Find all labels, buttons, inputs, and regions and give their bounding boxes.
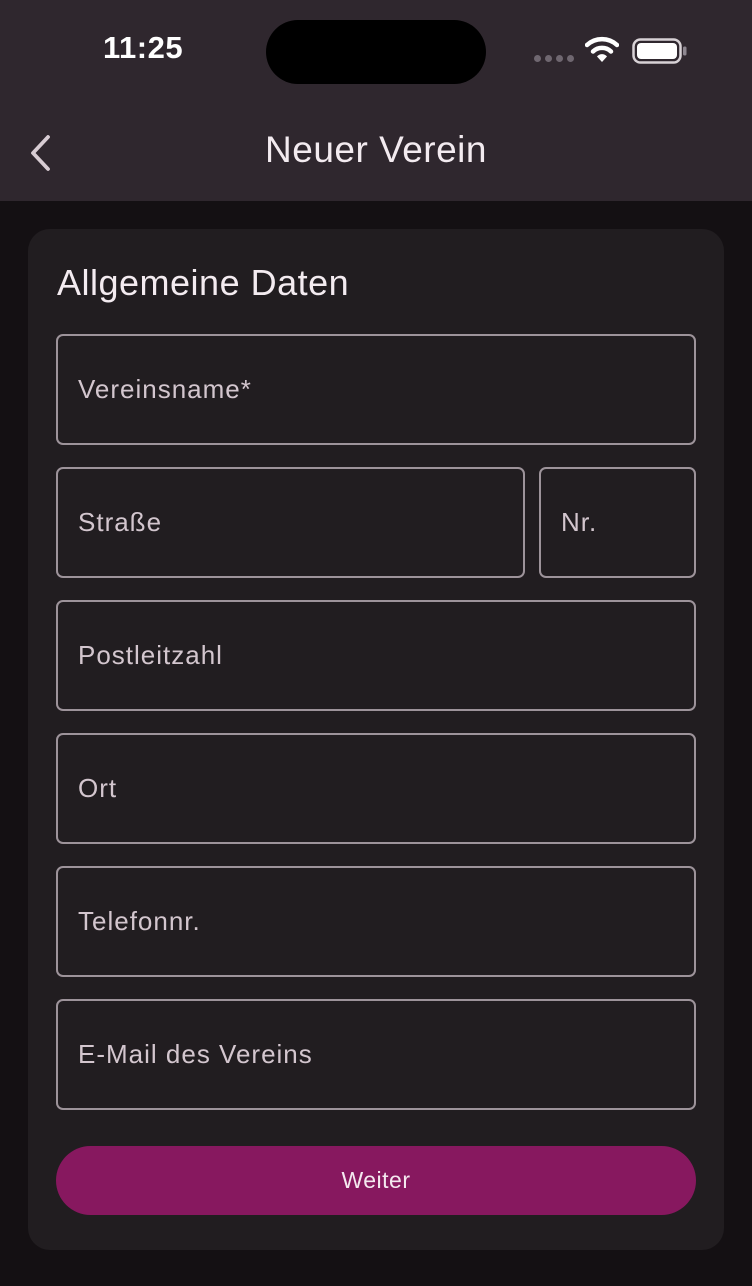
postal-code-input[interactable]	[58, 602, 694, 709]
house-number-field	[539, 467, 696, 578]
city-input[interactable]	[58, 735, 694, 842]
app-bar: 11:25 Neuer Verein	[0, 0, 752, 201]
battery-icon	[632, 38, 687, 64]
phone-input[interactable]	[58, 868, 694, 975]
dynamic-island	[266, 20, 486, 84]
section-title: Allgemeine Daten	[57, 262, 350, 303]
postal-code-field	[56, 600, 696, 711]
street-input[interactable]	[58, 469, 523, 576]
club-name-input[interactable]	[58, 336, 694, 443]
page-title: Neuer Verein	[265, 129, 487, 170]
email-input[interactable]	[58, 1001, 694, 1108]
city-field	[56, 733, 696, 844]
street-field	[56, 467, 525, 578]
phone-field	[56, 866, 696, 977]
club-name-field	[56, 334, 696, 445]
email-field	[56, 999, 696, 1110]
general-data-card: Allgemeine Daten Weiter	[28, 229, 724, 1250]
signal-dots-icon	[534, 55, 574, 62]
continue-button[interactable]: Weiter	[56, 1146, 696, 1215]
house-number-input[interactable]	[541, 469, 694, 576]
wifi-icon	[585, 36, 619, 62]
status-time: 11:25	[103, 30, 184, 65]
